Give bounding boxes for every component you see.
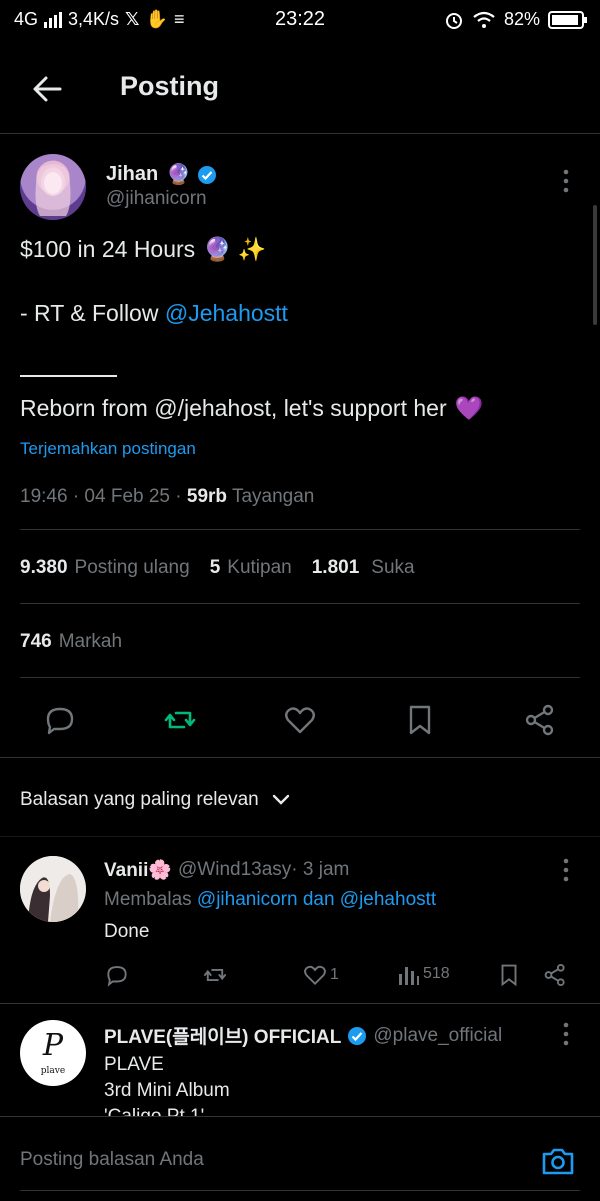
post-timestamp[interactable]: 19:46 · 04 Feb 25 · [20,486,187,507]
bookmark-icon[interactable] [402,702,438,738]
battery-percentage: 82% [503,9,540,29]
verified-badge-icon [198,165,217,184]
alarm-icon [445,12,462,29]
battery-icon [548,10,587,29]
mention-link[interactable]: @Jehahostt [165,300,288,326]
reply-header: PLAVE(플레이브) OFFICIAL @plave_official [104,1022,502,1049]
reply-views[interactable]: 518 [398,962,450,986]
divider [0,1003,600,1004]
post-text-span: Reborn from @/jehahost, let's support he… [20,395,447,421]
back-arrow-icon[interactable] [28,70,66,108]
post-text-span: - RT & Follow [20,300,165,326]
camera-icon[interactable] [540,1143,576,1179]
composer-divider [20,1190,580,1191]
replies-sort-label[interactable]: Balasan yang paling relevan [20,789,259,811]
reply-icon[interactable] [104,962,130,988]
reply-view-count: 518 [423,965,450,982]
reply-header: Vanii🌸 @Wind13asy · 3 jam [104,858,349,882]
replying-to-mentions[interactable]: @jihanicorn dan @jehahostt [197,889,436,910]
like-icon[interactable] [302,962,328,988]
reply-like-button[interactable]: 1 [302,962,339,988]
views-count: 59rb [186,486,228,507]
bookmark-stats: 746 Markah [20,631,122,653]
share-icon[interactable] [542,962,568,988]
post-text-line-1: $100 in 24 Hours 🔮 ✨ [20,236,266,263]
page-title: Posting [120,71,219,101]
post-text-line-3: Reborn from @/jehahost, let's support he… [20,395,483,422]
more-options-icon[interactable] [556,168,576,194]
reply-icon[interactable] [42,702,78,738]
quotes-count[interactable]: 5 [210,557,221,579]
reply-author-handle[interactable]: @Wind13asy [178,859,291,881]
reply-avatar[interactable]: P plave [20,1020,86,1086]
bookmarks-count[interactable]: 746 [20,631,52,653]
divider [20,603,580,604]
share-icon[interactable] [522,702,558,738]
reply-text-line: PLAVE [104,1054,164,1075]
status-bar: 4G 3,4K/s 𝕏 ✋ ≡ 23:22 82% [0,0,600,40]
translate-post-link[interactable]: Terjemahkan postingan [20,439,196,459]
reply-author-name[interactable]: PLAVE(플레이브) OFFICIAL [104,1022,341,1049]
repost-icon[interactable] [162,702,198,738]
more-options-icon[interactable] [556,857,576,883]
reply-text: Done [104,921,150,942]
reply-author-handle[interactable]: @plave_official [373,1025,502,1047]
reply-time[interactable]: · 3 jam [291,859,349,881]
replies-sort-dropdown[interactable]: Balasan yang paling relevan [20,789,291,811]
repost-icon[interactable] [202,962,228,988]
post-text-line-2: - RT & Follow @Jehahostt [20,300,288,327]
reply-composer: Posting balasan Anda [0,1116,600,1201]
likes-count[interactable]: 1.801 [312,557,360,579]
more-options-icon[interactable] [556,1021,576,1047]
quotes-label[interactable]: Kutipan [227,557,291,579]
divider [0,757,600,758]
post-action-bar [0,690,600,750]
bookmark-icon[interactable] [496,962,522,988]
divider [0,836,600,837]
text-divider [20,375,117,377]
post-stats: 9.380 Posting ulang 5 Kutipan 1.801 Suka [20,557,415,579]
sparkles-emoji: ✨ [237,236,267,262]
scrollbar[interactable] [593,205,597,325]
reply-like-count: 1 [330,966,339,983]
verified-badge-icon [348,1026,367,1045]
post-text-span: $100 in 24 Hours [20,236,196,262]
chevron-down-icon[interactable] [271,793,291,807]
views-label: Tayangan [227,486,315,507]
crystal-ball-emoji: 🔮 [203,236,232,262]
author-handle[interactable]: @jihanicorn [106,188,207,210]
divider [20,677,580,678]
reposts-label[interactable]: Posting ulang [75,557,190,579]
bookmarks-label[interactable]: Markah [59,631,122,653]
reply-input[interactable]: Posting balasan Anda [20,1149,204,1171]
likes-label[interactable]: Suka [371,557,414,579]
replying-to-label: Membalas [104,889,197,910]
post-meta: 19:46 · 04 Feb 25 · 59rb Tayangan [20,486,314,508]
author-avatar[interactable] [20,154,86,220]
top-bar: Posting [0,40,600,134]
author-name-row[interactable]: Jihan 🔮 [106,162,217,187]
views-icon [399,967,419,985]
reposts-count[interactable]: 9.380 [20,557,68,579]
like-icon[interactable] [282,702,318,738]
author-name[interactable]: Jihan [106,163,158,186]
plave-logo: P [42,1028,64,1063]
reply-text-line: 3rd Mini Album [104,1080,230,1101]
avatar-illustration [35,164,71,216]
purple-heart-emoji: 💜 [454,395,484,421]
wifi-icon [473,11,495,28]
crystal-ball-emoji: 🔮 [166,164,192,186]
reply-avatar[interactable] [20,856,86,922]
reply-author-name[interactable]: Vanii🌸 [104,858,172,882]
reply-action-bar: 1 518 [104,960,580,990]
divider [20,529,580,530]
avatar-illustration [20,856,86,922]
plave-logo-text: plave [40,1066,66,1076]
replying-to: Membalas @jihanicorn dan @jehahostt [104,889,436,911]
